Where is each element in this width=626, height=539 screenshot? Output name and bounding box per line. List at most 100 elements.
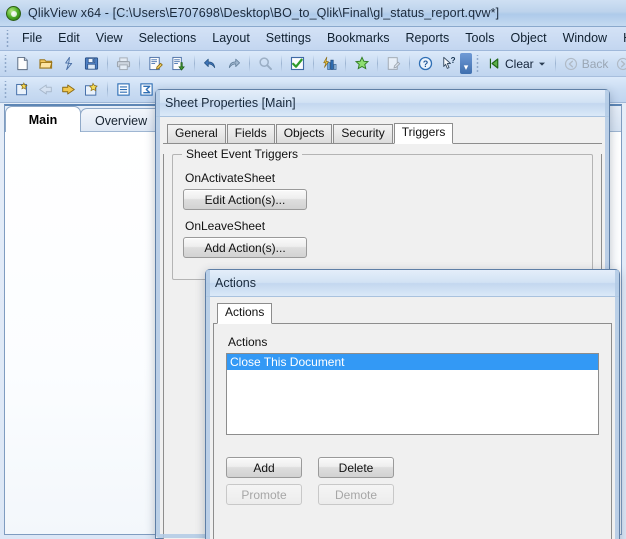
- toolbar-separator: [313, 55, 314, 72]
- menu-edit[interactable]: Edit: [50, 28, 88, 49]
- help-icon[interactable]: ?: [415, 53, 436, 74]
- list-item[interactable]: Close This Document: [227, 354, 598, 370]
- delete-button[interactable]: Delete: [318, 457, 394, 478]
- menu-window[interactable]: Window: [555, 28, 615, 49]
- current-selections-icon[interactable]: [287, 53, 308, 74]
- on-activate-sheet-label: OnActivateSheet: [185, 171, 276, 185]
- toolbar-overflow-icon[interactable]: ▾: [460, 53, 472, 74]
- forward-button[interactable]: Forward: [612, 55, 626, 73]
- toolbar-separator: [377, 55, 378, 72]
- menu-bookmarks[interactable]: Bookmarks: [319, 28, 398, 49]
- sheet-properties-icon[interactable]: [81, 79, 102, 100]
- search-icon[interactable]: [255, 53, 276, 74]
- redo-icon[interactable]: [223, 53, 244, 74]
- back-button[interactable]: Back: [560, 55, 613, 73]
- tab-security[interactable]: Security: [333, 124, 393, 143]
- on-leave-sheet-label: OnLeaveSheet: [185, 219, 266, 233]
- undo-icon[interactable]: [200, 53, 221, 74]
- save-icon[interactable]: [81, 53, 102, 74]
- add-sheet-icon[interactable]: [12, 79, 33, 100]
- promote-sheet-icon[interactable]: [35, 79, 56, 100]
- chevron-down-icon: [538, 62, 545, 66]
- actions-listbox[interactable]: Close This Document: [226, 353, 599, 435]
- tab-fields[interactable]: Fields: [226, 124, 275, 143]
- menu-tools[interactable]: Tools: [457, 28, 502, 49]
- actions-dialog-title: Actions: [215, 276, 256, 290]
- promote-button[interactable]: Promote: [226, 484, 302, 505]
- statistics-box-icon[interactable]: [136, 79, 157, 100]
- reload-icon[interactable]: [58, 53, 79, 74]
- bookmark-star-icon[interactable]: [351, 53, 372, 74]
- toolbar-separator: [281, 55, 282, 72]
- export-icon[interactable]: [168, 53, 189, 74]
- sheet-tab-overview[interactable]: Overview: [80, 108, 163, 132]
- back-button-label: Back: [581, 56, 609, 71]
- sheet-toolbar-grip-icon[interactable]: [2, 80, 10, 99]
- demote-button[interactable]: Demote: [318, 484, 394, 505]
- menubar-grip-icon[interactable]: [3, 29, 12, 48]
- list-box-icon[interactable]: [113, 79, 134, 100]
- sheet-properties-titlebar: Sheet Properties [Main]: [156, 90, 609, 117]
- menu-bar: File Edit View Selections Layout Setting…: [0, 27, 626, 51]
- sheet-properties-tabs: General Fields Objects Security Triggers: [163, 123, 602, 144]
- actions-buttons-row-1: Add Delete: [226, 457, 599, 478]
- standard-toolbar: ? ? ▾ Clear Back: [0, 51, 626, 77]
- forward-arrow-icon: [617, 57, 626, 70]
- add-button[interactable]: Add: [226, 457, 302, 478]
- actions-dialog-titlebar: Actions: [206, 270, 619, 297]
- tab-general[interactable]: General: [167, 124, 226, 143]
- tab-actions[interactable]: Actions: [217, 303, 273, 324]
- clear-icon: [489, 58, 499, 69]
- actions-tab-page: Actions Close This Document Add Delete P…: [213, 324, 612, 539]
- menu-object[interactable]: Object: [502, 28, 554, 49]
- toolbar-separator: [107, 81, 108, 98]
- menu-help[interactable]: Help: [615, 28, 626, 49]
- menu-view[interactable]: View: [88, 28, 131, 49]
- new-document-icon[interactable]: [12, 53, 33, 74]
- open-folder-icon[interactable]: [35, 53, 56, 74]
- chart-icon[interactable]: [319, 53, 340, 74]
- tab-triggers[interactable]: Triggers: [393, 123, 454, 144]
- svg-text:?: ?: [450, 56, 455, 65]
- actions-dialog: Actions Actions Actions Close This Docum…: [205, 269, 620, 539]
- actions-dialog-tabs: Actions: [213, 303, 612, 324]
- add-actions-button[interactable]: Add Action(s)...: [183, 237, 307, 258]
- menu-selections[interactable]: Selections: [131, 28, 205, 49]
- actions-buttons-row-2: Promote Demote: [226, 484, 599, 505]
- toolbar-separator: [409, 55, 410, 72]
- tab-objects[interactable]: Objects: [275, 124, 333, 143]
- sheet-properties-title: Sheet Properties [Main]: [165, 96, 296, 110]
- sheet-event-triggers-title: Sheet Event Triggers: [182, 147, 303, 161]
- toolbar-separator: [107, 55, 108, 72]
- toolbar-separator: [345, 55, 346, 72]
- edit-script-icon[interactable]: [145, 53, 166, 74]
- menu-settings[interactable]: Settings: [258, 28, 319, 49]
- actions-dialog-body: Actions Actions Close This Document Add …: [206, 297, 619, 539]
- demote-sheet-icon[interactable]: [58, 79, 79, 100]
- main-window: QlikView x64 - [C:\Users\E707698\Desktop…: [0, 0, 626, 539]
- clear-button-label: Clear: [505, 56, 534, 71]
- menu-layout[interactable]: Layout: [204, 28, 258, 49]
- selections-toolbar-grip-icon[interactable]: [474, 54, 482, 73]
- menu-reports[interactable]: Reports: [398, 28, 458, 49]
- sheet-tab-main[interactable]: Main: [5, 106, 81, 132]
- print-icon[interactable]: [113, 53, 134, 74]
- menu-file[interactable]: File: [14, 28, 50, 49]
- window-titlebar: QlikView x64 - [C:\Users\E707698\Desktop…: [0, 0, 626, 27]
- qlikview-logo-icon: [6, 5, 21, 21]
- notes-icon[interactable]: [383, 53, 404, 74]
- toolbar-separator: [139, 55, 140, 72]
- context-help-icon[interactable]: ?: [438, 53, 459, 74]
- actions-list-label: Actions: [228, 335, 268, 349]
- toolbar-separator: [194, 55, 195, 72]
- edit-actions-button[interactable]: Edit Action(s)...: [183, 189, 307, 210]
- clear-button[interactable]: Clear: [483, 55, 551, 73]
- svg-text:?: ?: [423, 59, 428, 69]
- toolbar-separator: [249, 55, 250, 72]
- sheet-event-triggers-group: Sheet Event Triggers OnActivateSheet Edi…: [172, 147, 593, 280]
- standard-toolbar-grip-icon[interactable]: [2, 54, 10, 73]
- toolbar-separator: [554, 55, 556, 72]
- window-title: QlikView x64 - [C:\Users\E707698\Desktop…: [28, 6, 500, 20]
- back-arrow-icon: [564, 57, 577, 70]
- qlikview-application-window: QlikView x64 - [C:\Users\E707698\Desktop…: [0, 0, 626, 539]
